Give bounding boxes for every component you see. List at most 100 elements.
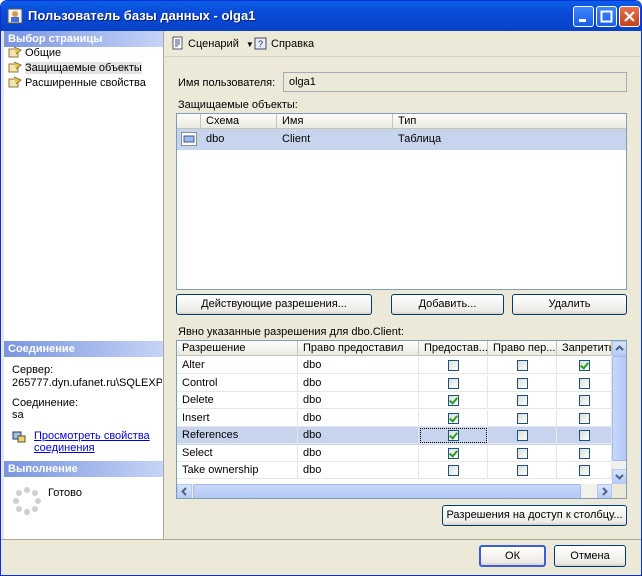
cell-schema: dbo [206,133,225,145]
cell-with-grant [488,427,557,444]
page-icon [8,46,22,58]
grant-checkbox[interactable] [448,465,459,476]
column-header-deny[interactable]: Запретить [557,341,612,356]
table-row[interactable]: Alter dbo [177,357,612,375]
grant-checkbox[interactable] [448,412,459,424]
minimize-button[interactable] [573,6,594,27]
page-icon [8,76,22,88]
ok-button[interactable]: ОК [479,545,546,567]
cell-with-grant [488,374,557,392]
username-field[interactable]: olga1 [283,72,627,92]
cell-deny [557,427,612,444]
cell-grant [419,392,488,409]
cell-with-grant [488,462,557,479]
cell-deny [557,409,612,427]
connection-header: Соединение [4,341,163,357]
progress-spinner-icon [13,487,41,515]
close-button[interactable] [619,6,640,27]
cell-grantor: dbo [298,392,419,409]
deny-checkbox[interactable] [579,430,590,441]
scroll-up-button[interactable] [612,341,626,356]
progress-header: Выполнение [4,461,163,477]
cell-with-grant [488,444,557,462]
toolbar: Сценарий ▼ ? Справка [165,31,640,57]
with-grant-checkbox[interactable] [517,412,528,424]
cell-deny [557,444,612,462]
scroll-right-button[interactable] [597,484,612,498]
table-row[interactable]: Control dbo [177,374,612,393]
scroll-left-button[interactable] [177,484,192,498]
title-bar[interactable]: Пользователь базы данных - olga1 [1,1,641,31]
cell-grant [419,409,488,427]
username-label: Имя пользователя: [178,77,276,89]
script-button[interactable]: Сценарий ▼ [171,36,254,52]
table-row[interactable]: References dbo [177,427,612,445]
column-permissions-button[interactable]: Разрешения на доступ к столбцу... [442,505,627,526]
view-connection-properties-link[interactable]: Просмотреть свойства соединения [34,430,154,454]
grant-checkbox[interactable] [448,395,459,406]
table-row[interactable]: Delete dbo [177,392,612,410]
connection-label: Соединение: [12,397,79,409]
effective-permissions-button[interactable]: Действующие разрешения... [176,294,372,315]
table-row[interactable]: dbo Client Таблица [177,129,626,150]
table-row[interactable]: Take ownership dbo [177,462,612,480]
chevron-left-icon [181,487,187,496]
grant-checkbox[interactable] [448,447,459,459]
with-grant-checkbox[interactable] [517,377,528,389]
server-value: 265777.dyn.ufanet.ru\SQLEXPRE [12,377,162,389]
column-header-with-grant[interactable]: Право пер... [488,341,557,356]
delete-button[interactable]: Удалить [512,294,627,315]
cell-deny [557,392,612,409]
deny-checkbox[interactable] [579,447,590,459]
column-header-permission[interactable]: Разрешение [177,341,298,356]
grant-checkbox[interactable] [448,360,459,371]
page-item-securables[interactable]: Защищаемые объекты [8,61,142,75]
column-header-type[interactable]: Тип [393,114,626,129]
with-grant-checkbox[interactable] [517,447,528,459]
cell-deny [557,462,612,479]
securables-label: Защищаемые объекты: [178,99,298,111]
chevron-down-icon[interactable]: ▼ [246,40,254,49]
main-panel: Сценарий ▼ ? Справка Имя пользователя: ol… [165,31,640,539]
add-button[interactable]: Добавить... [391,294,504,315]
scroll-down-button[interactable] [612,469,626,484]
cell-with-grant [488,357,557,374]
deny-checkbox[interactable] [579,412,590,424]
with-grant-checkbox[interactable] [517,465,528,476]
deny-checkbox[interactable] [579,465,590,476]
page-item-general[interactable]: Общие [8,46,61,60]
page-icon [8,61,22,73]
securables-grid[interactable]: Схема Имя Тип dbo Client Таблица [176,113,627,290]
table-row[interactable]: Select dbo [177,444,612,463]
select-page-header: Выбор страницы [4,31,163,47]
cell-grantor: dbo [298,427,419,444]
cell-name: Client [282,133,311,145]
scroll-thumb[interactable] [612,356,626,461]
cancel-button[interactable]: Отмена [554,545,626,567]
column-header-grantor[interactable]: Право предоставил [298,341,419,356]
horizontal-scrollbar[interactable] [177,484,612,498]
maximize-icon [600,10,613,23]
deny-checkbox[interactable] [579,395,590,406]
page-item-extended-properties[interactable]: Расширенные свойства [8,76,146,90]
maximize-button[interactable] [596,6,617,27]
horizontal-scroll-thumb[interactable] [193,484,581,498]
column-header-schema[interactable]: Схема [201,114,277,129]
cell-deny [557,357,612,374]
script-icon [172,36,183,50]
cell-permission: Alter [177,357,298,374]
table-row[interactable]: Insert dbo [177,409,612,428]
grant-checkbox[interactable] [448,430,459,441]
grant-checkbox[interactable] [448,377,459,389]
column-header-grant[interactable]: Предостав... [419,341,488,356]
deny-checkbox[interactable] [579,360,590,371]
window-title: Пользователь базы данных - olga1 [28,8,256,23]
vertical-scrollbar[interactable] [612,341,626,484]
with-grant-checkbox[interactable] [517,360,528,371]
deny-checkbox[interactable] [579,377,590,389]
help-button[interactable]: ? Справка [254,36,314,52]
with-grant-checkbox[interactable] [517,430,528,441]
column-header-name[interactable]: Имя [277,114,393,129]
with-grant-checkbox[interactable] [517,395,528,406]
permissions-grid[interactable]: Разрешение Право предоставил Предостав..… [176,340,627,499]
